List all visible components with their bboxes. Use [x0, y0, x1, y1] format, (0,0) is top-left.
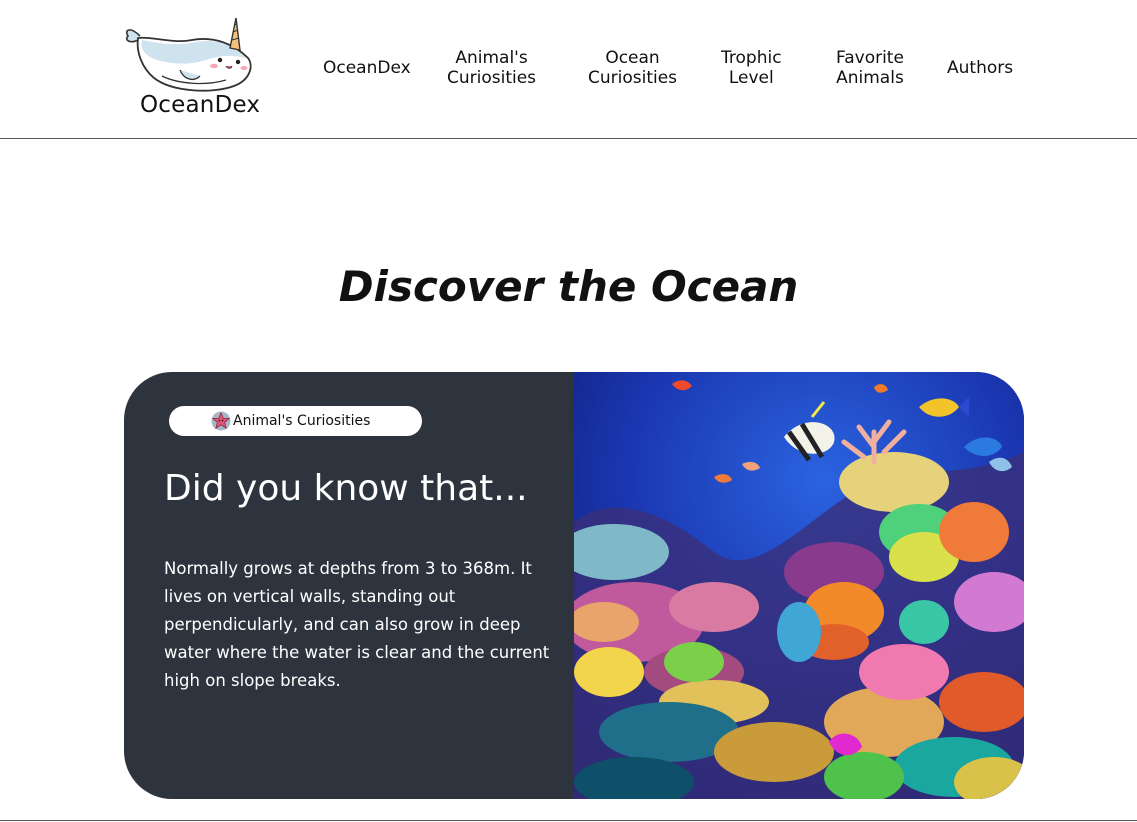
page-title: Discover the Ocean	[338, 262, 799, 311]
nav-item-ocean-curiosities[interactable]: Ocean Curiosities	[588, 48, 677, 88]
curiosity-card: Animal's Curiosities Did you know that..…	[124, 372, 1024, 799]
nav-item-oceandex[interactable]: OceanDex	[323, 58, 411, 78]
nav-item-authors[interactable]: Authors	[947, 58, 1013, 78]
nav-item-trophic-level[interactable]: Trophic Level	[721, 48, 782, 88]
logo[interactable]: OceanDex	[122, 14, 262, 124]
badge-label: Animal's Curiosities	[233, 413, 371, 429]
coral-reef-photo	[559, 372, 1024, 799]
logo-text: OceanDex	[140, 92, 261, 118]
narwhal-logo-icon	[125, 17, 252, 92]
footer-divider	[0, 820, 1137, 821]
card-body-text: Normally grows at depths from 3 to 368m.…	[164, 559, 550, 690]
card-text-panel: Animal's Curiosities Did you know that..…	[124, 372, 574, 799]
nav-item-animals-curiosities[interactable]: Animal's Curiosities	[447, 48, 536, 88]
site-header: OceanDex OceanDex Animal's Curiosities O…	[0, 0, 1137, 139]
nav-item-favorite-animals[interactable]: Favorite Animals	[836, 48, 904, 88]
starfish-icon	[211, 411, 231, 431]
category-badge[interactable]: Animal's Curiosities	[169, 406, 422, 436]
card-heading: Did you know that...	[164, 468, 528, 509]
coral-reef-illustration	[559, 372, 1024, 799]
